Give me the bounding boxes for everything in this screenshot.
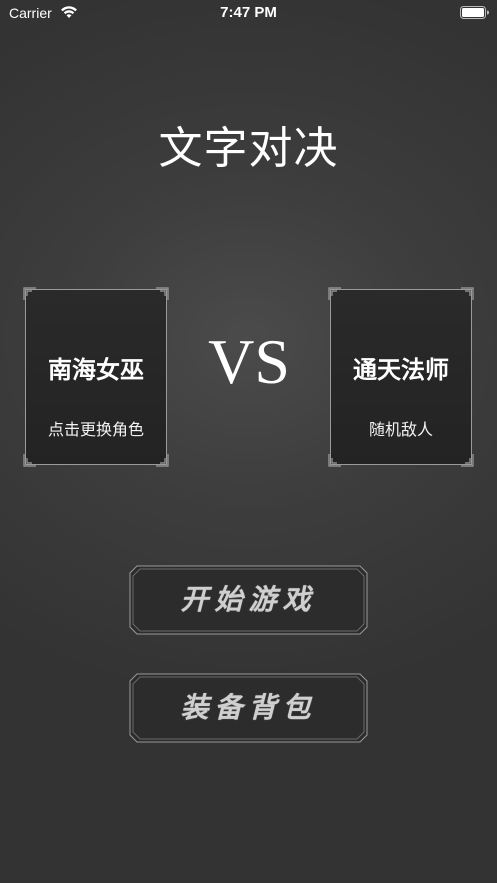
vs-label: VS [208, 326, 290, 397]
player-card[interactable]: 南海女巫 点击更换角色 [23, 287, 169, 467]
change-character-hint: 点击更换角色 [47, 420, 144, 439]
corner-ornament [328, 287, 341, 300]
equipment-bag-button[interactable]: 装备背包 [129, 673, 368, 743]
status-time: 7:47 PM [220, 4, 277, 21]
corner-ornament [23, 287, 36, 300]
start-game-button[interactable]: 开始游戏 [129, 565, 368, 635]
enemy-card: 通天法师 随机敌人 [328, 287, 474, 467]
page-title: 文字对决 [158, 123, 339, 174]
start-game-label: 开始游戏 [180, 583, 317, 616]
battery-icon [460, 6, 489, 19]
corner-ornament [156, 454, 169, 467]
corner-ornament [461, 454, 474, 467]
corner-ornament [156, 287, 169, 300]
corner-ornament [461, 287, 474, 300]
player-name: 南海女巫 [48, 356, 144, 384]
corner-ornament [23, 454, 36, 467]
enemy-name: 通天法师 [353, 356, 449, 384]
corner-ornament [328, 454, 341, 467]
status-bar: Carrier 7:47 PM [0, 0, 497, 26]
random-enemy-label: 随机敌人 [368, 420, 433, 439]
equipment-bag-label: 装备背包 [180, 691, 317, 724]
